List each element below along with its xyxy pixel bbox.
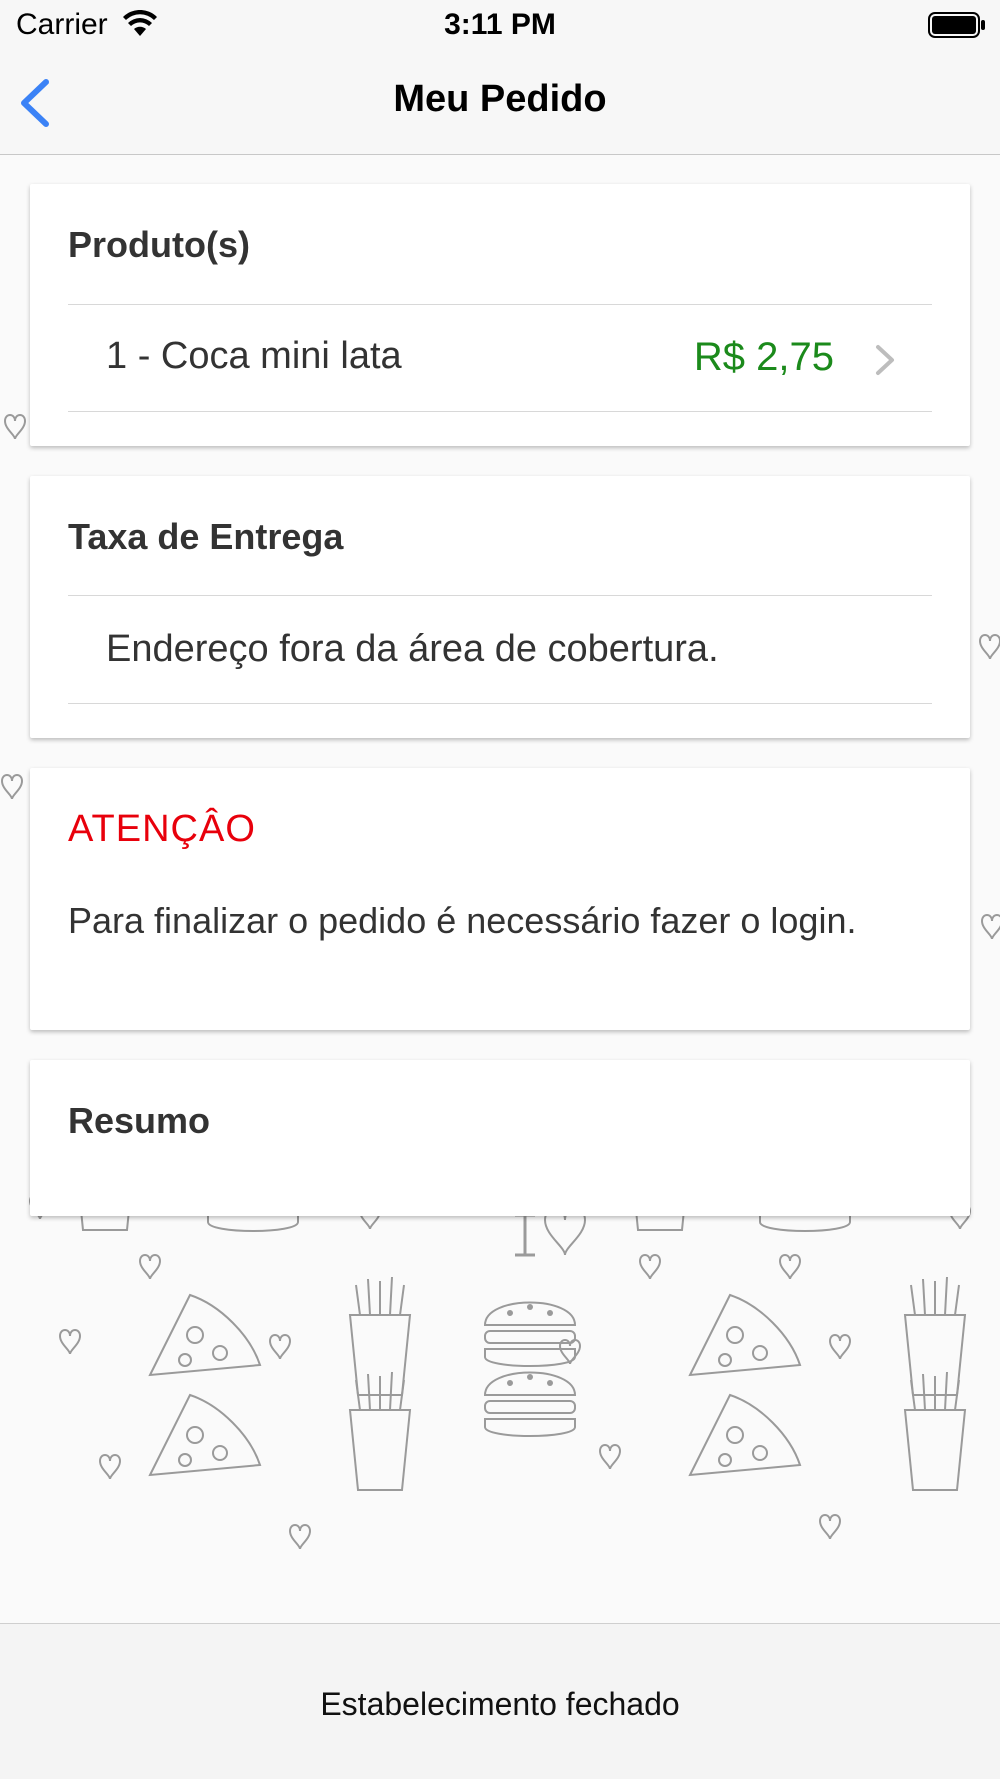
delivery-header: Taxa de Entrega bbox=[68, 516, 344, 557]
product-price: R$ 2,75 bbox=[693, 335, 834, 379]
product-row[interactable]: 1 - Coca mini lata R$ 2,75 bbox=[68, 305, 932, 411]
battery-icon bbox=[928, 12, 985, 38]
attention-title: ATENÇÂO bbox=[68, 808, 256, 850]
attention-message: Para finalizar o pedido é necessário faz… bbox=[68, 900, 857, 941]
chevron-right-icon bbox=[876, 345, 894, 375]
nav-bar: Meu Pedido bbox=[0, 50, 1000, 155]
footer-bar: Estabelecimento fechado bbox=[0, 1623, 1000, 1779]
delivery-card: Taxa de Entrega Endereço fora da área de… bbox=[30, 476, 970, 738]
divider bbox=[68, 595, 932, 596]
products-header: Produto(s) bbox=[68, 224, 250, 265]
i-letter-doodle bbox=[515, 1213, 535, 1257]
divider bbox=[68, 411, 932, 412]
summary-header: Resumo bbox=[68, 1100, 211, 1141]
status-bar: Carrier 3:11 PM bbox=[0, 0, 1000, 50]
products-card: Produto(s) 1 - Coca mini lata R$ 2,75 bbox=[30, 184, 970, 446]
page-title: Meu Pedido bbox=[393, 78, 607, 120]
product-name: 1 - Coca mini lata bbox=[106, 335, 402, 377]
store-status: Estabelecimento fechado bbox=[320, 1686, 680, 1722]
attention-card: ATENÇÂO Para finalizar o pedido é necess… bbox=[30, 768, 970, 1030]
status-time: 3:11 PM bbox=[444, 8, 556, 41]
delivery-message: Endereço fora da área de cobertura. bbox=[106, 628, 719, 670]
summary-card: Resumo bbox=[30, 1060, 970, 1216]
divider bbox=[68, 703, 932, 704]
